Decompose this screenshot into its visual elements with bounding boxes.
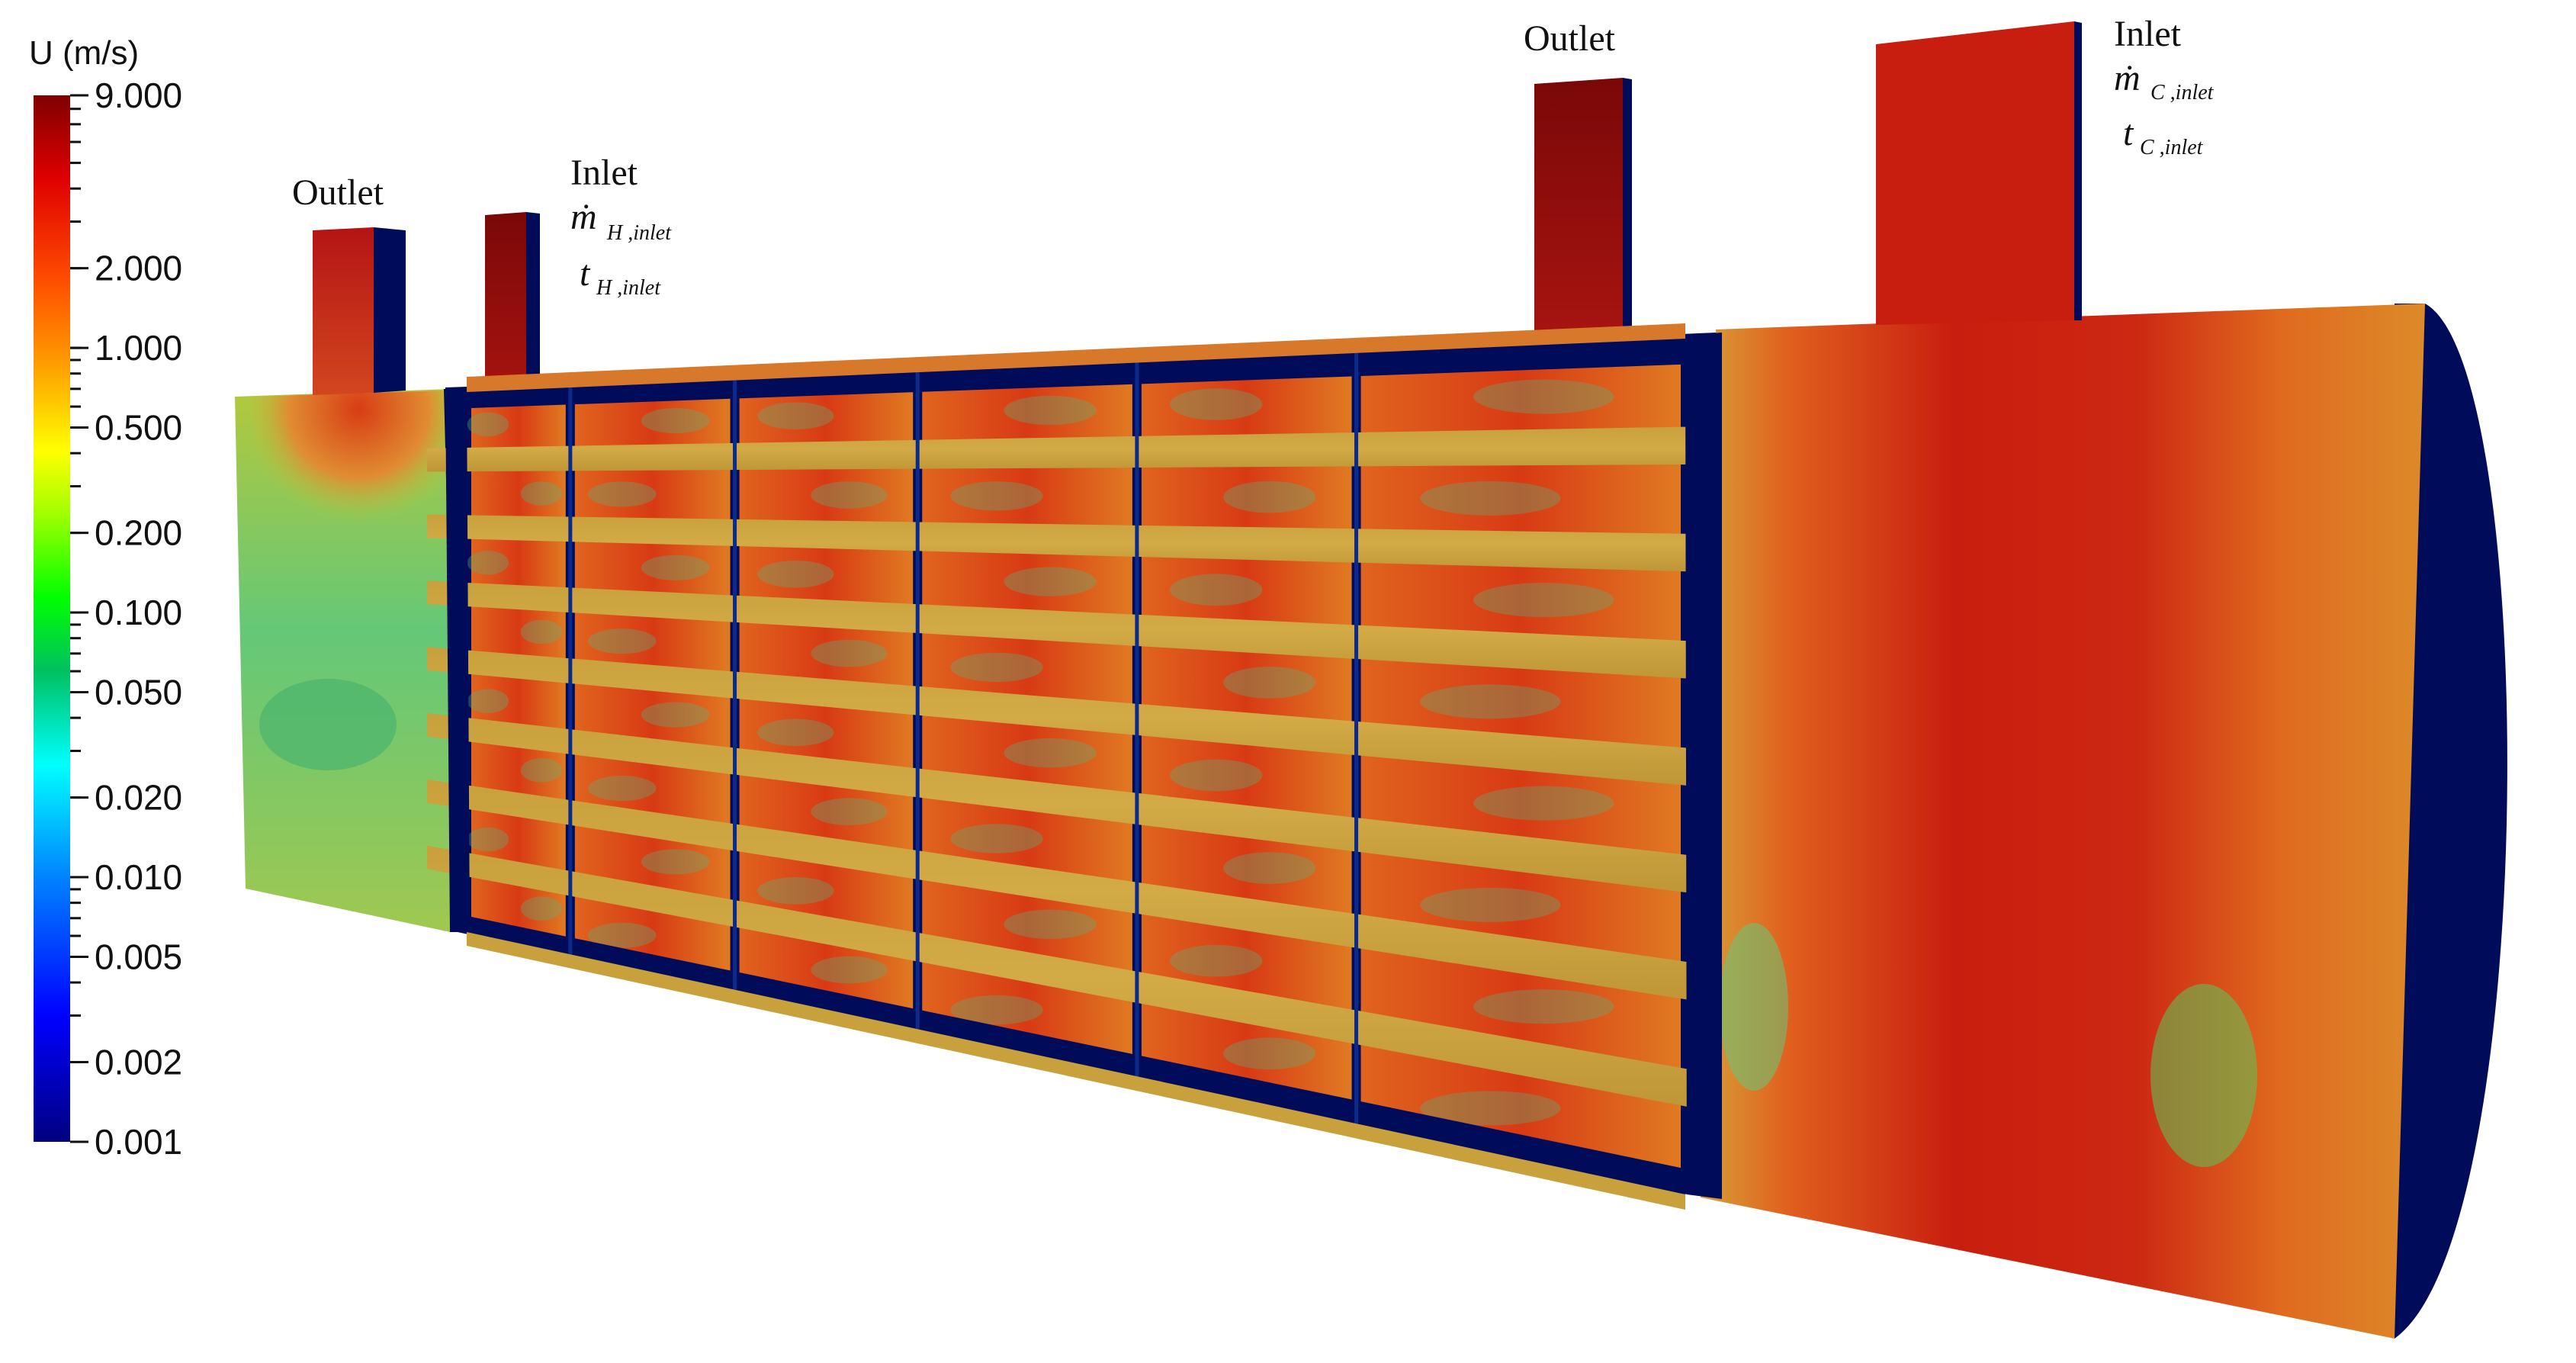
- colorbar-tick-label: 0.010: [95, 857, 182, 897]
- cold-mass-flow-label: ṁ C ,inlet: [2114, 58, 2215, 104]
- svg-text:ṁ: ṁ: [2114, 58, 2141, 98]
- hot-mass-flow-label: ṁ H ,inlet: [570, 197, 672, 245]
- colorbar-tick-label: 0.100: [95, 593, 182, 632]
- svg-text:ṁ: ṁ: [570, 197, 597, 237]
- colorbar-tick-label: 0.200: [95, 513, 182, 553]
- colorbar-tick-label: 0.002: [95, 1043, 182, 1082]
- right-shell-face: [1701, 304, 2425, 1339]
- hot-temperature-label: t H ,inlet: [580, 253, 661, 300]
- hot-outlet-nozzle: [313, 227, 374, 395]
- hot-outlet-label: Outlet: [292, 172, 384, 213]
- colorbar-tick-label: 1.000: [95, 328, 182, 368]
- hot-inlet-label: Inlet: [570, 153, 638, 193]
- right-low-velocity-spot: [2150, 984, 2257, 1167]
- colorbar: U (m/s) 9.000 2.000 1.000 0.500 0.200 0.100 0.…: [29, 34, 182, 1162]
- svg-text:H ,inlet: H ,inlet: [606, 221, 672, 245]
- cold-outlet-nozzle: [1534, 78, 1623, 339]
- colorbar-tick-label: 0.001: [95, 1122, 182, 1162]
- colorbar-ticks: 9.000 2.000 1.000 0.500 0.200 0.100 0.050 0.020…: [70, 76, 182, 1162]
- cold-outlet-label: Outlet: [1524, 18, 1616, 59]
- colorbar-tick-label: 9.000: [95, 76, 182, 115]
- svg-text:H ,inlet: H ,inlet: [596, 276, 661, 300]
- svg-text:t: t: [580, 253, 591, 294]
- cold-temperature-label: t C ,inlet: [2123, 113, 2204, 159]
- svg-text:t: t: [2123, 113, 2134, 153]
- svg-text:C ,inlet: C ,inlet: [2140, 136, 2204, 159]
- svg-text:C ,inlet: C ,inlet: [2150, 81, 2215, 104]
- tube-bundle: [427, 323, 1716, 1210]
- hot-inlet-nozzle: [485, 212, 526, 398]
- colorbar-tick-label: 0.050: [95, 673, 182, 712]
- colorbar-tick-label: 0.500: [95, 408, 182, 448]
- cold-inlet-nozzle: [1876, 21, 2074, 325]
- colorbar-tick-label: 0.005: [95, 937, 182, 976]
- colorbar-tick-label: 2.000: [95, 249, 182, 288]
- colorbar-gradient: [34, 95, 70, 1142]
- right-tube-sheet: [1685, 333, 1722, 1199]
- right-edge-spot: [1720, 923, 1788, 1091]
- colorbar-tick-label: 0.020: [95, 778, 182, 818]
- cold-inlet-label: Inlet: [2114, 14, 2182, 54]
- velocity-contour-figure: U (m/s) 9.000 2.000 1.000 0.500 0.200 0.100 0.…: [29, 14, 2507, 1339]
- colorbar-title: U (m/s): [29, 34, 139, 72]
